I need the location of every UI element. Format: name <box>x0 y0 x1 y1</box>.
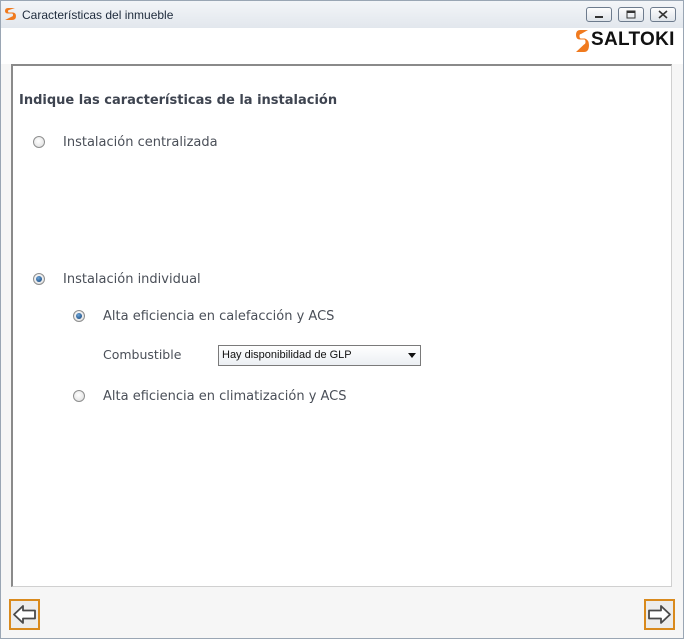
app-window: Características del inmueble SALTOKI Ind… <box>0 0 684 639</box>
logo-text: SALTOKI <box>591 29 675 50</box>
label-centralizada[interactable]: Instalación centralizada <box>63 135 218 150</box>
saltoki-app-icon <box>5 8 16 20</box>
header: SALTOKI <box>1 28 683 64</box>
label-climatizacion-acs[interactable]: Alta eficiencia en climatización y ACS <box>103 389 347 404</box>
combustible-label: Combustible <box>103 347 182 362</box>
radio-individual[interactable] <box>33 273 45 285</box>
title-bar[interactable]: Características del inmueble <box>1 1 683 29</box>
saltoki-logo-mark-icon <box>576 30 589 52</box>
saltoki-logo: SALTOKI <box>575 28 675 52</box>
window-title: Características del inmueble <box>22 8 174 22</box>
combustible-select[interactable]: Hay disponibilidad de GLP <box>218 345 421 366</box>
radio-centralizada[interactable] <box>33 136 45 148</box>
label-individual[interactable]: Instalación individual <box>63 272 201 287</box>
form-heading: Indique las características de la instal… <box>19 93 338 108</box>
form-panel: Indique las características de la instal… <box>11 64 672 587</box>
back-button[interactable] <box>9 599 40 630</box>
chevron-down-icon <box>408 353 416 358</box>
label-calefaccion-acs[interactable]: Alta eficiencia en calefacción y ACS <box>103 309 334 324</box>
radio-climatizacion-acs[interactable] <box>73 390 85 402</box>
next-button[interactable] <box>644 599 675 630</box>
minimize-icon <box>595 16 603 18</box>
combustible-value: Hay disponibilidad de GLP <box>222 349 352 361</box>
close-button[interactable] <box>650 7 676 22</box>
maximize-button[interactable] <box>618 7 644 22</box>
maximize-icon <box>626 10 636 19</box>
close-icon <box>658 10 668 19</box>
radio-calefaccion-acs[interactable] <box>73 310 85 322</box>
minimize-button[interactable] <box>586 7 612 22</box>
arrow-left-icon <box>13 605 36 624</box>
arrow-right-icon <box>648 605 671 624</box>
